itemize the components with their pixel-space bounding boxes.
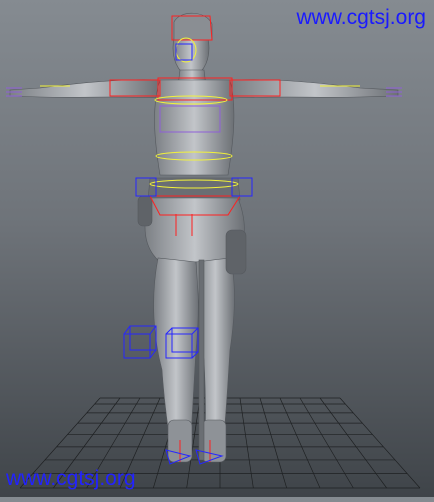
character-model[interactable] [9,12,399,463]
viewport-canvas [6,12,421,489]
3d-viewport[interactable]: www.cgtsj.org www.cgtsj.org [0,0,434,497]
watermark-bottom: www.cgtsj.org [6,467,136,490]
watermark-top: www.cgtsj.org [296,6,426,29]
